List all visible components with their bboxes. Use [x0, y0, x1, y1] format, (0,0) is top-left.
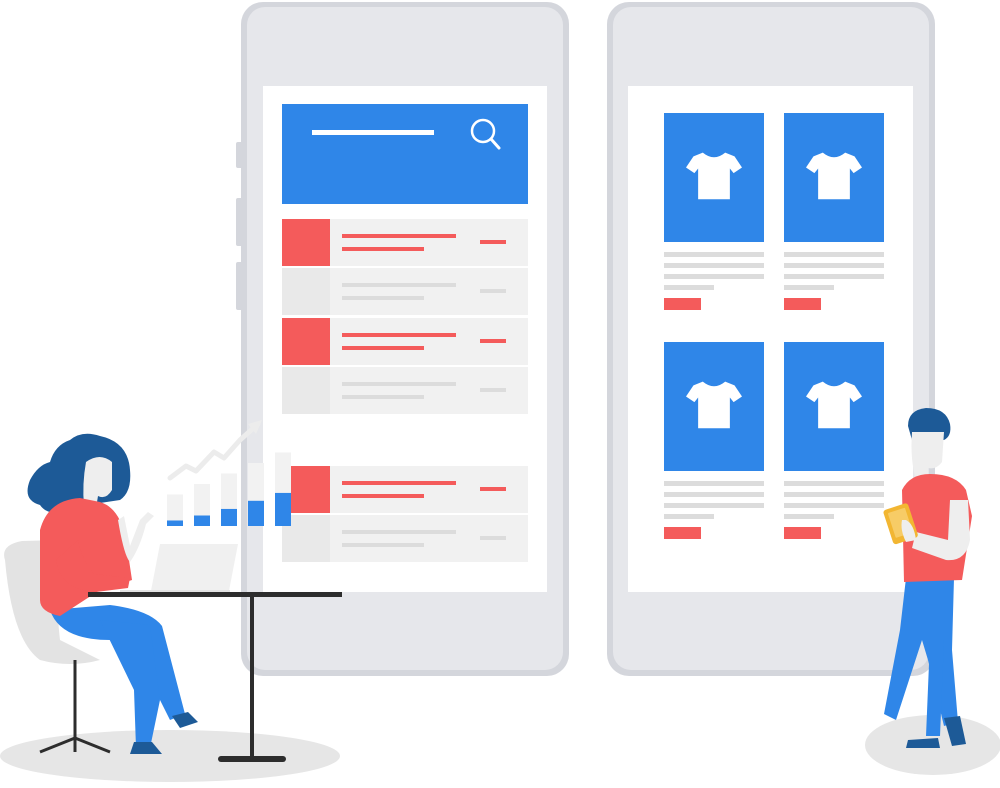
add-to-cart-button[interactable]: [784, 298, 821, 310]
list-item-thumbnail: [282, 219, 330, 266]
product-title-line: [664, 252, 764, 257]
list-item-price-line: [480, 487, 506, 491]
chart-bar: [221, 508, 237, 526]
list-item-title-line: [342, 283, 456, 287]
product-title-line: [664, 481, 764, 486]
product-title-line: [784, 252, 884, 257]
list-item-title-line: [342, 382, 456, 386]
desk-top: [88, 592, 342, 597]
product-desc-line: [664, 274, 764, 279]
list-item-title-line: [342, 481, 456, 485]
laptop-icon: [150, 544, 238, 596]
man-face: [911, 432, 944, 480]
chart-bar: [275, 492, 291, 526]
list-item-thumbnail: [282, 268, 330, 315]
search-bar-line[interactable]: [312, 130, 434, 135]
desk-base: [218, 756, 286, 762]
add-to-cart-button[interactable]: [664, 298, 701, 310]
list-item[interactable]: [282, 367, 528, 414]
right-phone: [607, 2, 935, 676]
list-item-price-line: [480, 536, 506, 540]
woman-floor-shadow: [0, 730, 340, 782]
list-item[interactable]: [282, 466, 528, 513]
product-desc-line: [784, 492, 884, 497]
product-desc-line: [664, 503, 764, 508]
product-desc-line: [784, 274, 884, 279]
list-item-subtitle-line: [342, 346, 424, 350]
product-desc-line: [664, 263, 764, 268]
list-item-subtitle-line: [342, 543, 424, 547]
woman-torso: [40, 498, 132, 616]
product-desc-line: [784, 285, 834, 290]
list-item-subtitle-line: [342, 494, 424, 498]
product-list: [282, 219, 528, 562]
product-desc-line: [784, 503, 884, 508]
product-title-line: [784, 481, 884, 486]
add-to-cart-button[interactable]: [784, 527, 821, 539]
list-item-title-line: [342, 234, 456, 238]
list-item-subtitle-line: [342, 296, 424, 300]
list-item-thumbnail: [282, 367, 330, 414]
list-item-price-line: [480, 339, 506, 343]
list-item[interactable]: [282, 268, 528, 315]
chart-bar: [194, 515, 210, 526]
list-item-price-line: [480, 240, 506, 244]
product-desc-line: [664, 492, 764, 497]
list-item-title-line: [342, 530, 456, 534]
product-desc-line: [664, 285, 714, 290]
list-item-price-line: [480, 388, 506, 392]
product-desc-line: [784, 263, 884, 268]
list-item[interactable]: [282, 219, 528, 266]
list-item-price-line: [480, 289, 506, 293]
product-desc-line: [784, 514, 834, 519]
illustration: [0, 2, 1000, 782]
list-item-subtitle-line: [342, 395, 424, 399]
list-item-thumbnail: [282, 318, 330, 365]
product-desc-line: [664, 514, 714, 519]
list-item-subtitle-line: [342, 247, 424, 251]
app-header: [282, 104, 528, 204]
list-item[interactable]: [282, 515, 528, 562]
chart-bar: [167, 520, 183, 526]
list-item[interactable]: [282, 318, 528, 365]
list-item-title-line: [342, 333, 456, 337]
left-phone: [236, 2, 569, 676]
add-to-cart-button[interactable]: [664, 527, 701, 539]
chart-bar: [248, 500, 264, 526]
